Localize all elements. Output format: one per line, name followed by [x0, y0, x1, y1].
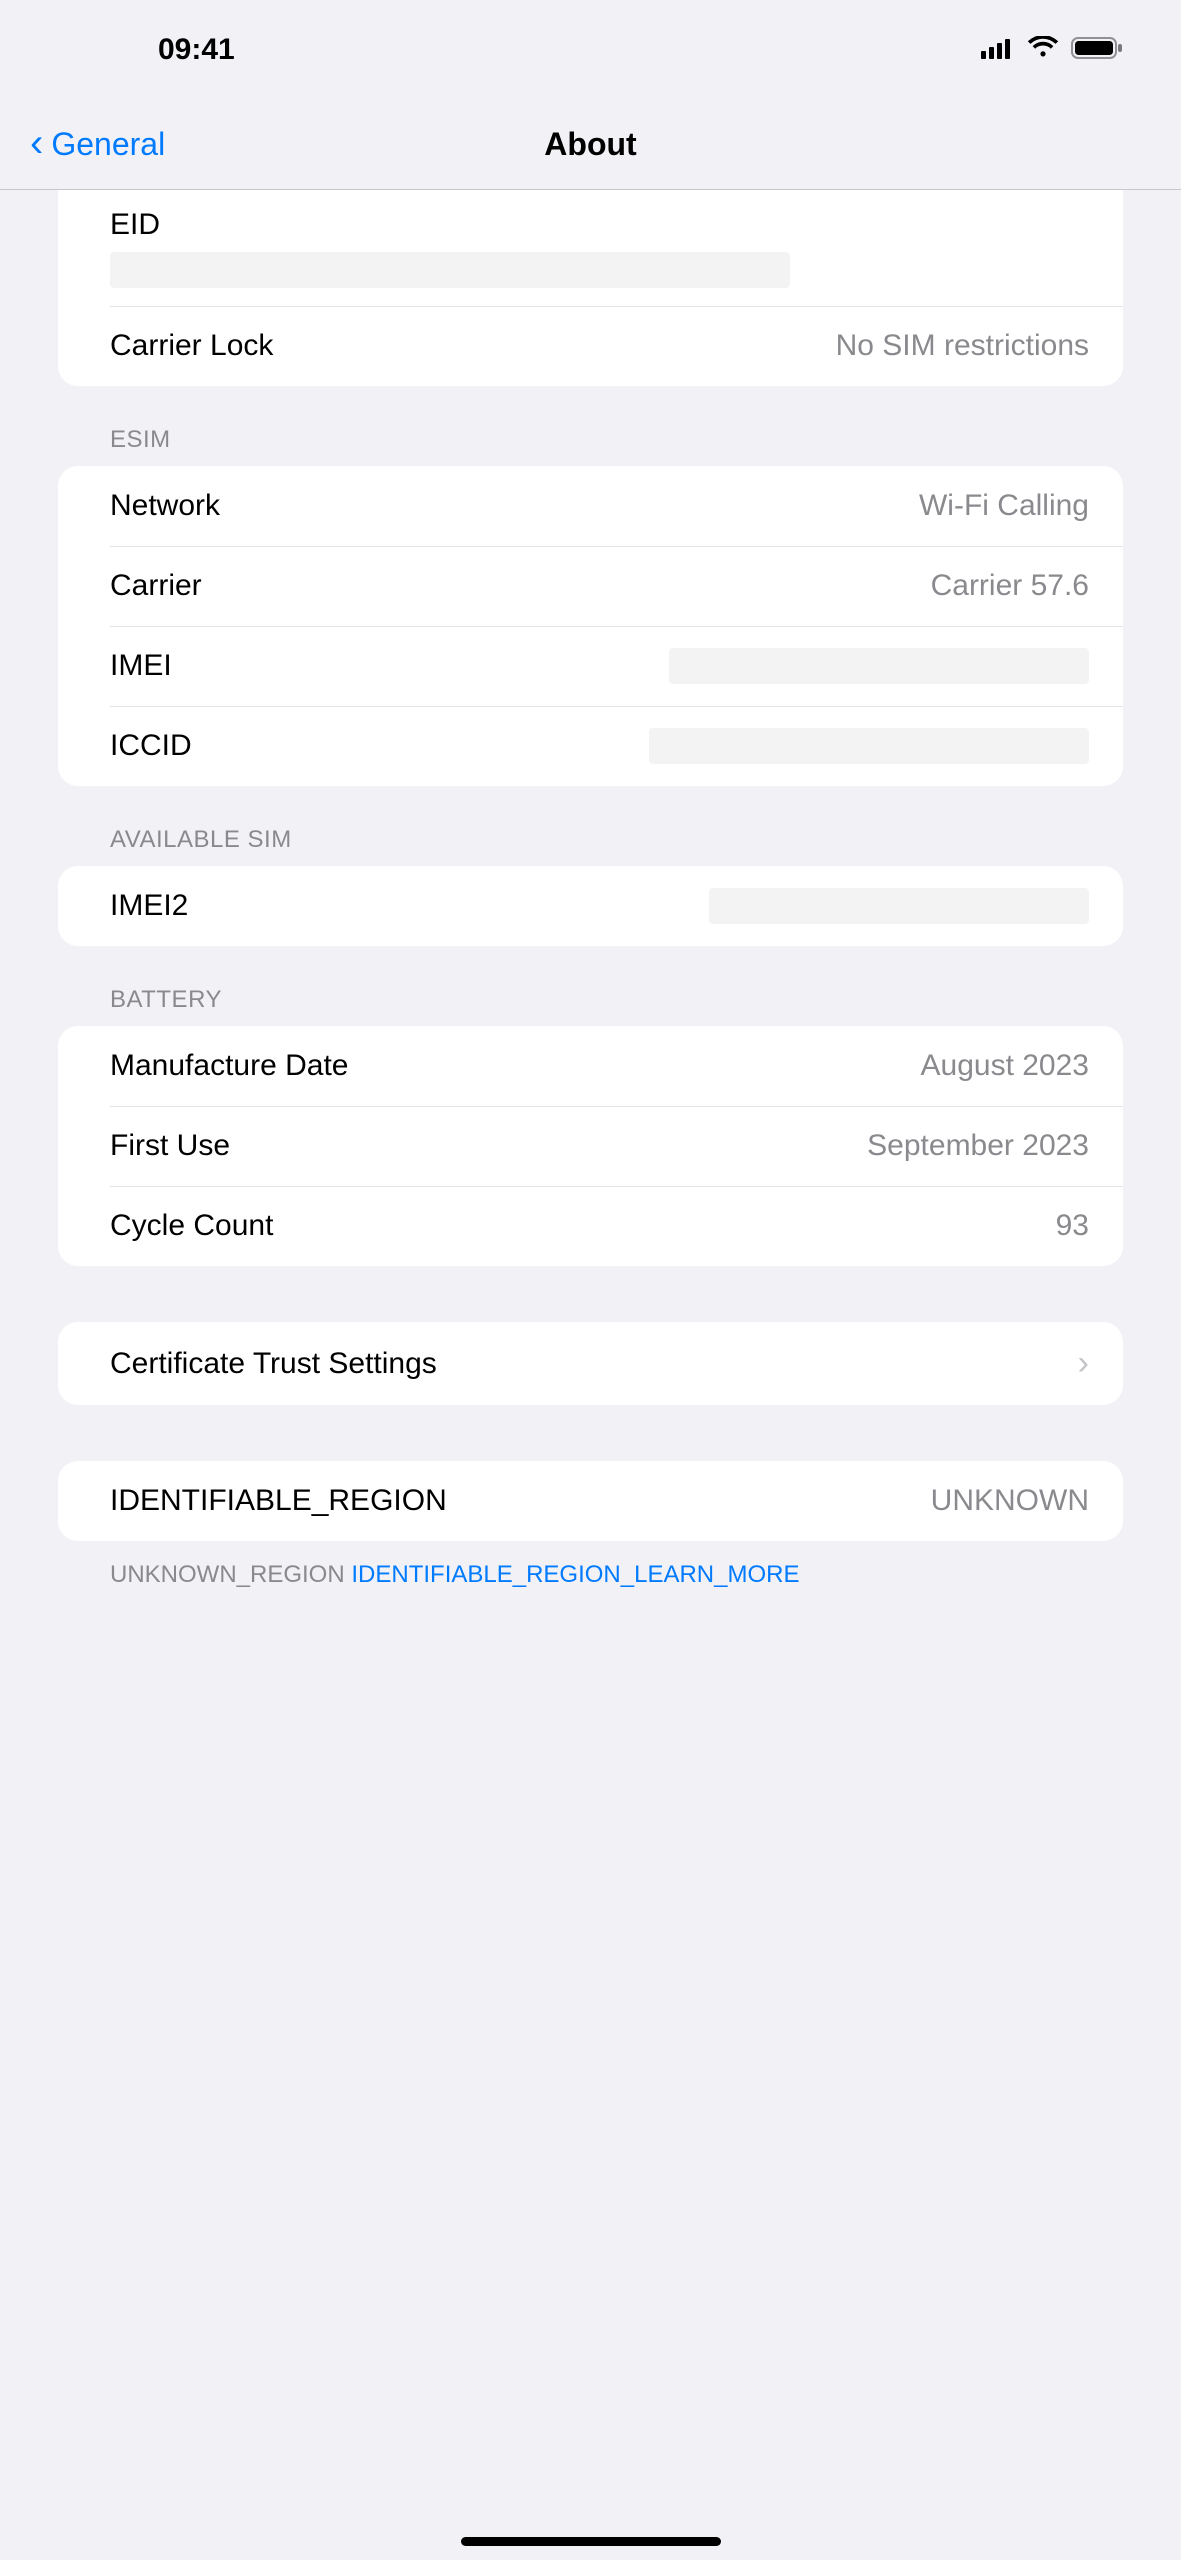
cycle-count-value: 93 [1056, 1209, 1089, 1243]
first-use-label: First Use [110, 1129, 230, 1163]
eid-label: EID [110, 208, 160, 242]
cycle-count-label: Cycle Count [110, 1209, 273, 1243]
chevron-left-icon: ‹ [30, 123, 43, 163]
eid-value-redacted [110, 252, 790, 288]
row-manufacture-date[interactable]: Manufacture Date August 2023 [58, 1026, 1123, 1106]
nav-bar: ‹ General About [0, 100, 1181, 190]
imei2-value-redacted [709, 888, 1089, 924]
section-header-esim: ESIM [0, 386, 1181, 466]
carrier-label: Carrier [110, 569, 202, 603]
group-device-ids: EID Carrier Lock No SIM restrictions [58, 190, 1123, 386]
home-indicator[interactable] [461, 2537, 721, 2546]
status-time: 09:41 [158, 33, 235, 67]
row-imei[interactable]: IMEI [58, 626, 1123, 706]
imei-value-redacted [669, 648, 1089, 684]
row-imei2[interactable]: IMEI2 [58, 866, 1123, 946]
carrier-lock-value: No SIM restrictions [836, 329, 1089, 363]
region-footer: UNKNOWN_REGION IDENTIFIABLE_REGION_LEARN… [0, 1541, 1181, 1593]
row-cycle-count[interactable]: Cycle Count 93 [58, 1186, 1123, 1266]
certificate-trust-label: Certificate Trust Settings [110, 1347, 437, 1381]
row-carrier-lock[interactable]: Carrier Lock No SIM restrictions [58, 306, 1123, 386]
battery-icon [1071, 36, 1123, 65]
chevron-right-icon: › [1078, 1344, 1089, 1383]
imei2-label: IMEI2 [110, 889, 188, 923]
section-header-battery: BATTERY [0, 946, 1181, 1026]
row-first-use[interactable]: First Use September 2023 [58, 1106, 1123, 1186]
group-esim: Network Wi-Fi Calling Carrier Carrier 57… [58, 466, 1123, 786]
status-indicators [981, 36, 1123, 65]
cellular-signal-icon [981, 37, 1015, 64]
network-value: Wi-Fi Calling [919, 489, 1089, 523]
carrier-lock-label: Carrier Lock [110, 329, 273, 363]
row-eid[interactable]: EID [58, 190, 1123, 306]
back-button[interactable]: ‹ General [30, 125, 165, 165]
imei-label: IMEI [110, 649, 172, 683]
carrier-value: Carrier 57.6 [931, 569, 1089, 603]
section-header-available-sim: AVAILABLE SIM [0, 786, 1181, 866]
back-label: General [51, 126, 165, 163]
status-bar: 09:41 [0, 0, 1181, 100]
row-iccid[interactable]: ICCID [58, 706, 1123, 786]
first-use-value: September 2023 [867, 1129, 1089, 1163]
iccid-label: ICCID [110, 729, 192, 763]
identifiable-region-value: UNKNOWN [931, 1484, 1089, 1518]
group-battery: Manufacture Date August 2023 First Use S… [58, 1026, 1123, 1266]
identifiable-region-label: IDENTIFIABLE_REGION [110, 1484, 447, 1518]
group-available-sim: IMEI2 [58, 866, 1123, 946]
group-certificate: Certificate Trust Settings › [58, 1322, 1123, 1405]
row-network[interactable]: Network Wi-Fi Calling [58, 466, 1123, 546]
network-label: Network [110, 489, 220, 523]
row-carrier[interactable]: Carrier Carrier 57.6 [58, 546, 1123, 626]
wifi-icon [1027, 36, 1059, 65]
manufacture-date-value: August 2023 [921, 1049, 1089, 1083]
region-footer-text: UNKNOWN_REGION [110, 1561, 351, 1588]
row-identifiable-region[interactable]: IDENTIFIABLE_REGION UNKNOWN [58, 1461, 1123, 1541]
manufacture-date-label: Manufacture Date [110, 1049, 348, 1083]
region-learn-more-link[interactable]: IDENTIFIABLE_REGION_LEARN_MORE [351, 1561, 799, 1588]
page-title: About [0, 126, 1181, 163]
row-certificate-trust-settings[interactable]: Certificate Trust Settings › [58, 1322, 1123, 1405]
iccid-value-redacted [649, 728, 1089, 764]
content: EID Carrier Lock No SIM restrictions ESI… [0, 190, 1181, 1653]
group-region: IDENTIFIABLE_REGION UNKNOWN [58, 1461, 1123, 1541]
